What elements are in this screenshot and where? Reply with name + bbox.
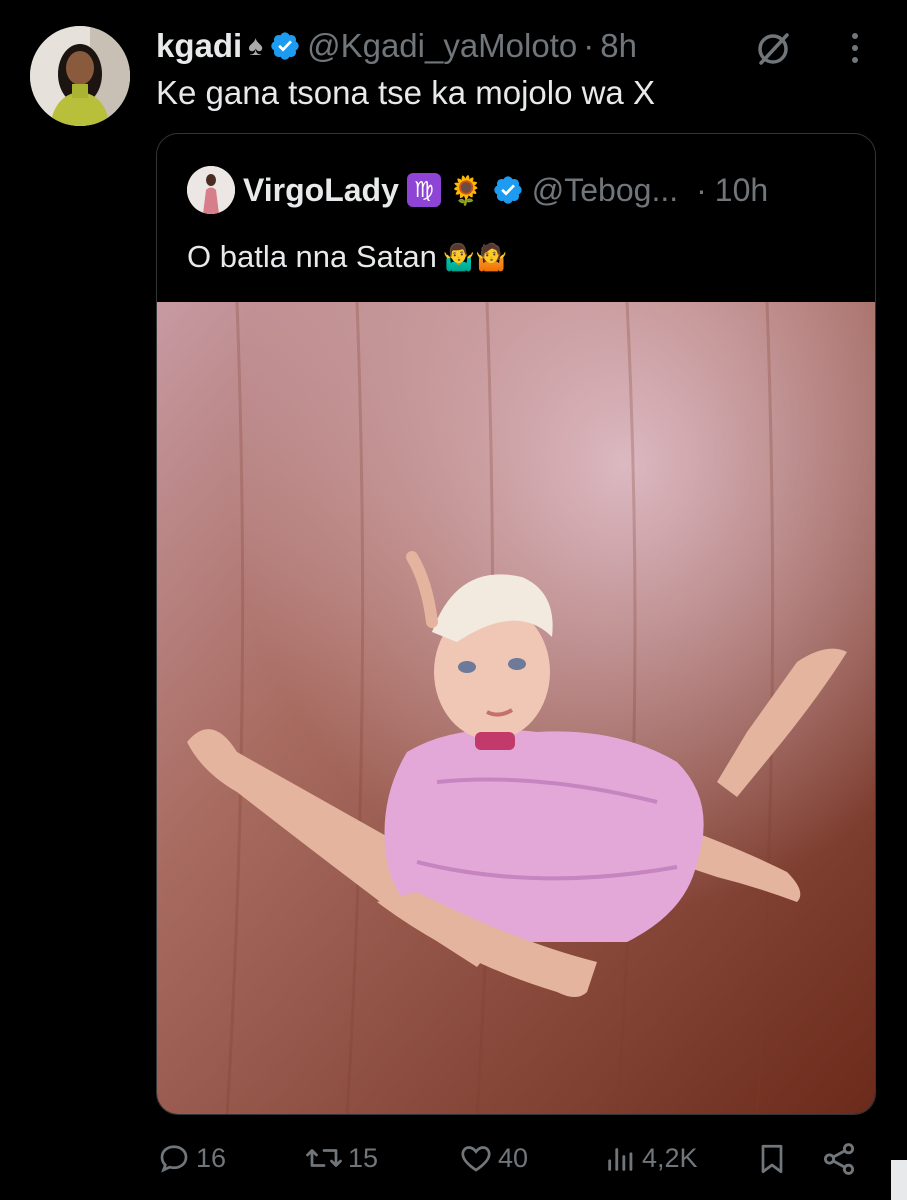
quoted-author-name[interactable]: VirgoLady xyxy=(243,172,399,209)
verified-icon xyxy=(494,176,522,204)
bookmark-button[interactable] xyxy=(754,1140,790,1178)
reply-button[interactable]: 16 xyxy=(156,1140,226,1176)
quoted-time[interactable]: 10h xyxy=(715,172,768,209)
views-button[interactable]: 4,2K xyxy=(604,1140,698,1176)
author-handle[interactable]: @Kgadi_yaMoloto xyxy=(307,27,577,65)
sunflower-emoji: 🌻 xyxy=(448,174,484,206)
repost-button[interactable]: 15 xyxy=(304,1140,378,1176)
quoted-media-image[interactable] xyxy=(157,301,875,1114)
share-icon xyxy=(823,1143,855,1175)
like-icon xyxy=(461,1146,491,1172)
action-bar: 16 15 40 4,2K xyxy=(156,1140,876,1186)
quoted-avatar xyxy=(187,166,235,214)
like-button[interactable]: 40 xyxy=(458,1140,528,1176)
spade-emoji: ♠ xyxy=(248,30,264,61)
views-count: 4,2K xyxy=(642,1142,698,1173)
like-count: 40 xyxy=(498,1142,529,1173)
quoted-text-row: O batla nna Satan 🤷‍♂️🤷 xyxy=(187,239,508,275)
grok-slash-icon[interactable] xyxy=(754,30,792,68)
reply-count: 16 xyxy=(196,1142,227,1173)
tweet-time[interactable]: 8h xyxy=(600,27,637,65)
repost-icon xyxy=(306,1149,342,1167)
verified-icon xyxy=(271,32,299,60)
time-separator: · xyxy=(583,27,595,64)
author-avatar[interactable] xyxy=(30,26,130,126)
share-button[interactable] xyxy=(820,1140,858,1178)
quoted-header: VirgoLady ♍ 🌻 @Tebog... · 10h xyxy=(187,166,768,214)
shrug-emoji: 🤷‍♂️🤷 xyxy=(442,241,508,272)
tweet-header: kgadi ♠ @Kgadi_yaMoloto · 8h xyxy=(156,26,637,66)
quoted-tweet[interactable]: VirgoLady ♍ 🌻 @Tebog... · 10h O batla nn… xyxy=(156,133,876,1115)
quoted-handle[interactable]: @Tebog... xyxy=(532,172,678,209)
repost-count: 15 xyxy=(348,1142,379,1173)
quoted-text: O batla nna Satan xyxy=(187,239,437,274)
quoted-time-separator: · xyxy=(696,171,707,208)
author-name[interactable]: kgadi xyxy=(156,27,242,65)
scroll-edge xyxy=(891,1160,907,1200)
views-icon xyxy=(608,1148,633,1171)
tweet-text: Ke gana tsona tse ka mojolo wa X xyxy=(156,74,655,111)
reply-icon xyxy=(160,1145,188,1173)
virgo-emoji: ♍ xyxy=(406,173,441,207)
bookmark-icon xyxy=(761,1144,783,1174)
more-icon[interactable] xyxy=(846,30,864,66)
